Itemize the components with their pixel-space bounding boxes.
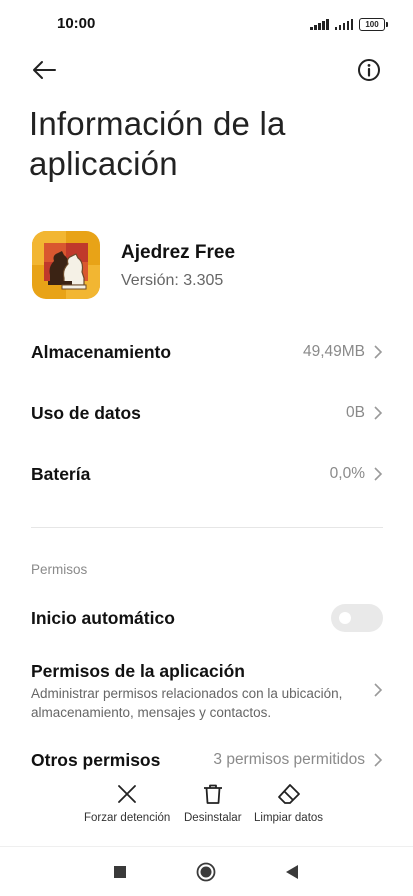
nav-back-button[interactable] xyxy=(280,860,304,884)
section-divider xyxy=(31,527,383,528)
uninstall-button[interactable]: Desinstalar xyxy=(184,783,242,825)
app-icon xyxy=(32,231,100,299)
system-navbar xyxy=(0,848,413,896)
clear-data-button[interactable]: Limpiar datos xyxy=(254,783,323,825)
force-stop-button[interactable]: Forzar detención xyxy=(84,783,170,825)
data-usage-value: 0B xyxy=(346,404,365,421)
data-usage-label: Uso de datos xyxy=(31,403,141,423)
clear-data-label: Limpiar datos xyxy=(254,812,324,824)
battery-icon: 100 xyxy=(359,17,388,31)
app-version: Versión: 3.305 xyxy=(121,272,224,289)
app-name: Ajedrez Free xyxy=(121,242,236,263)
back-button[interactable] xyxy=(28,54,60,86)
circle-icon xyxy=(196,862,216,882)
chevron-right-icon xyxy=(374,753,383,767)
toggle-knob xyxy=(339,612,351,624)
close-x-icon xyxy=(118,785,137,803)
app-permissions-title: Permisos de la aplicación xyxy=(31,661,245,681)
storage-label: Almacenamiento xyxy=(31,342,172,362)
chevron-right-icon xyxy=(374,345,383,359)
chevron-right-icon xyxy=(374,467,383,481)
eraser-icon xyxy=(277,784,300,804)
square-icon xyxy=(114,866,126,878)
trash-icon xyxy=(203,784,222,804)
storage-row[interactable]: Almacenamiento 49,49MB xyxy=(0,330,413,374)
recents-button[interactable] xyxy=(108,860,132,884)
storage-value: 49,49MB xyxy=(302,343,365,360)
force-stop-label: Forzar detención xyxy=(84,812,171,824)
signal-icon xyxy=(334,18,353,30)
triangle-back-icon xyxy=(286,865,298,879)
page-title: Información de la aplicación xyxy=(29,105,286,182)
chevron-right-icon xyxy=(374,406,383,420)
autostart-toggle[interactable] xyxy=(331,604,383,632)
data-usage-row[interactable]: Uso de datos 0B xyxy=(0,391,413,435)
info-circle-icon xyxy=(358,59,380,81)
status-time: 10:00 xyxy=(57,15,96,32)
chevron-right-icon xyxy=(374,683,383,697)
info-button[interactable] xyxy=(354,55,384,85)
action-bar: Forzar detención Desinstalar Limpiar dat… xyxy=(0,770,413,846)
app-permissions-description: Administrar permisos relacionados con la… xyxy=(31,686,343,720)
battery-value: 0,0% xyxy=(329,465,365,482)
battery-row[interactable]: Batería 0,0% xyxy=(0,452,413,496)
battery-label: Batería xyxy=(31,464,91,484)
uninstall-label: Desinstalar xyxy=(184,812,242,824)
autostart-label: Inicio automático xyxy=(31,608,175,628)
permissions-section-label: Permisos xyxy=(31,562,88,577)
arrow-left-icon xyxy=(33,61,56,79)
status-icons: 100 xyxy=(310,16,388,32)
bottom-divider xyxy=(0,846,413,847)
signal-icon xyxy=(310,18,329,30)
home-button[interactable] xyxy=(194,860,218,884)
